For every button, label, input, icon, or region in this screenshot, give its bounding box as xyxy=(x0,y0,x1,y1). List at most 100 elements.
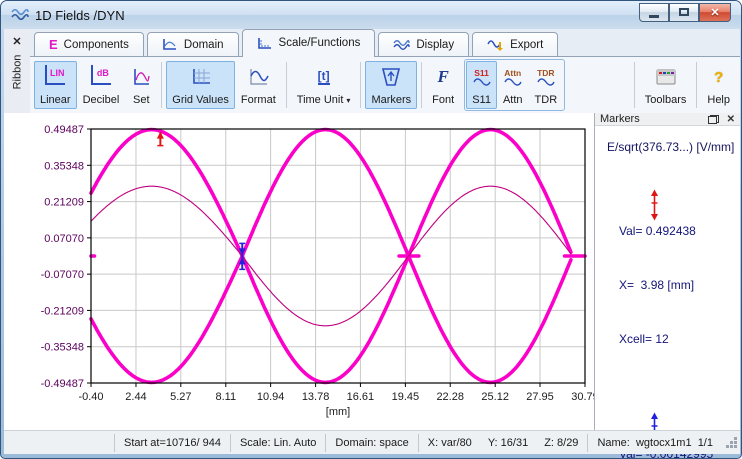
font-button[interactable]: F Font xyxy=(426,61,460,109)
svg-text:22.28: 22.28 xyxy=(436,391,464,403)
markers-icon xyxy=(379,65,403,89)
maximize-icon xyxy=(679,8,689,16)
svg-text:0.49487: 0.49487 xyxy=(44,124,84,136)
minimize-button[interactable] xyxy=(639,3,669,22)
decibel-button[interactable]: dB Decibel xyxy=(77,61,126,109)
marker1-xcell: Xcell= 12 xyxy=(619,330,736,348)
marker1-arrow-icon xyxy=(603,171,659,244)
svg-text:0.21209: 0.21209 xyxy=(44,197,84,209)
float-panel-icon[interactable] xyxy=(708,115,719,124)
svg-text:-0.21209: -0.21209 xyxy=(41,305,84,317)
ribbon-toolbar: LIN Linear dB Decibel Set Grid Values xyxy=(4,56,740,113)
close-button[interactable]: ✕ xyxy=(699,3,731,22)
format-button[interactable]: Format xyxy=(235,61,282,109)
status-x: X: var/80 xyxy=(428,437,472,449)
export-wave-icon xyxy=(487,33,504,57)
tab-display[interactable]: Display xyxy=(378,32,469,56)
attn-wave-icon: Attn xyxy=(504,65,522,89)
plot-area[interactable]: -0.40 2.44 5.27 8.11 10.94 13.78 16.61 19.45 22.… xyxy=(4,113,594,430)
svg-text:16.61: 16.61 xyxy=(347,391,375,403)
format-icon xyxy=(247,65,269,89)
toolbar-separator xyxy=(286,62,287,108)
domain-axis-icon xyxy=(162,33,178,57)
tab-scale-functions[interactable]: Scale/Functions xyxy=(242,29,376,56)
time-unit-button[interactable]: [t] Time Unit▾ xyxy=(291,61,357,109)
svg-text:-0.40: -0.40 xyxy=(78,391,103,403)
marker1-x: X= 3.98 [mm] xyxy=(619,276,736,294)
svg-text:8.11: 8.11 xyxy=(215,391,236,403)
ribbon-tab-strip: E Components Domain Scale/Functions Dis xyxy=(4,29,740,56)
wave-display-icon xyxy=(393,33,410,57)
s11-wave-icon: S11 xyxy=(473,65,491,89)
maximize-button[interactable] xyxy=(669,3,699,22)
tab-label: Scale/Functions xyxy=(279,37,361,49)
content-region: -0.40 2.44 5.27 8.11 10.94 13.78 16.61 19.45 22.… xyxy=(4,113,740,430)
svg-text:30.79: 30.79 xyxy=(571,391,594,403)
toolbars-button[interactable]: Toolbars xyxy=(639,61,693,109)
svg-text:25.12: 25.12 xyxy=(481,391,509,403)
toolbar-separator xyxy=(161,62,162,108)
status-scale: Scale: Lin. Auto xyxy=(230,434,325,452)
svg-text:2.44: 2.44 xyxy=(125,391,146,403)
set-scale-icon xyxy=(131,65,151,89)
toolbar-separator xyxy=(421,62,422,108)
svg-text:-0.07070: -0.07070 xyxy=(41,269,84,281)
signal-label: E/sqrt(376.73...) [V/mm] xyxy=(607,138,736,156)
dropdown-caret-icon: ▾ xyxy=(346,96,350,105)
s11-button[interactable]: S11 S11 xyxy=(466,61,497,109)
toolbars-icon xyxy=(655,65,677,89)
svg-text:[mm]: [mm] xyxy=(326,406,350,418)
markers-button[interactable]: Markers xyxy=(365,61,417,109)
tab-export[interactable]: Export xyxy=(472,32,558,56)
svg-text:27.95: 27.95 xyxy=(526,391,554,403)
status-domain: Domain: space xyxy=(325,434,417,452)
window-body: E Components Domain Scale/Functions Dis xyxy=(4,29,740,454)
help-button[interactable]: ? Help xyxy=(701,61,736,109)
title-bar[interactable]: 1D Fields /DYN ✕ xyxy=(1,1,742,29)
linear-axis-icon: LIN xyxy=(45,65,65,85)
status-start-at: Start at=10716/ 944 xyxy=(114,434,230,452)
grid-values-icon xyxy=(190,65,212,89)
svg-text:13.78: 13.78 xyxy=(302,391,330,403)
tab-label: Display xyxy=(416,39,454,51)
svg-text:-0.49487: -0.49487 xyxy=(41,378,84,390)
toolbar-separator xyxy=(696,62,697,108)
markers-panel-body: E/sqrt(376.73...) [V/mm] Val= 0.492438 X… xyxy=(595,126,740,459)
window-title: 1D Fields /DYN xyxy=(35,8,125,23)
set-button[interactable]: Set xyxy=(125,61,157,109)
toolbar-separator xyxy=(360,62,361,108)
svg-text:0.35348: 0.35348 xyxy=(44,160,84,172)
help-icon: ? xyxy=(714,65,723,89)
svg-text:-0.35348: -0.35348 xyxy=(41,342,84,354)
svg-text:10.94: 10.94 xyxy=(257,391,285,403)
resize-grip[interactable] xyxy=(726,435,740,451)
linear-button[interactable]: LIN Linear xyxy=(34,61,77,109)
svg-text:19.45: 19.45 xyxy=(392,391,420,403)
ribbon-close-icon[interactable]: ✕ xyxy=(12,35,21,48)
markers-panel-header[interactable]: Markers ✕ xyxy=(595,113,740,126)
attn-button[interactable]: Attn Attn xyxy=(497,61,529,109)
time-unit-icon: [t] xyxy=(318,65,330,89)
status-z: Z: 8/29 xyxy=(544,437,578,449)
svg-text:5.27: 5.27 xyxy=(170,391,191,403)
app-wave-icon xyxy=(11,8,29,22)
plot-svg: -0.40 2.44 5.27 8.11 10.94 13.78 16.61 19.45 22.… xyxy=(4,113,594,430)
tab-components[interactable]: E Components xyxy=(34,32,144,56)
marker1-readout: Val= 0.492438 X= 3.98 [mm] Xcell= 12 xyxy=(604,168,736,384)
ribbon-side-strip[interactable]: ✕ Ribbon xyxy=(4,29,30,113)
font-icon: F xyxy=(438,65,449,89)
tab-label: Components xyxy=(64,39,129,51)
tab-label: Export xyxy=(510,39,543,51)
tab-domain[interactable]: Domain xyxy=(147,32,239,56)
tab-label: Domain xyxy=(184,39,224,51)
tdr-wave-icon: TDR xyxy=(537,65,555,89)
panel-close-icon[interactable]: ✕ xyxy=(727,114,735,125)
tdr-button[interactable]: TDR TDR xyxy=(529,61,564,109)
markers-panel-title: Markers xyxy=(600,113,640,125)
scale-axis-icon xyxy=(257,31,273,55)
grid-values-button[interactable]: Grid Values xyxy=(166,61,235,109)
status-xyz: X: var/80 Y: 16/31 Z: 8/29 xyxy=(418,434,588,452)
toolbar-separator xyxy=(634,62,635,108)
svg-text:0.07070: 0.07070 xyxy=(44,233,84,245)
app-window: 1D Fields /DYN ✕ E Components Domain xyxy=(0,0,742,459)
